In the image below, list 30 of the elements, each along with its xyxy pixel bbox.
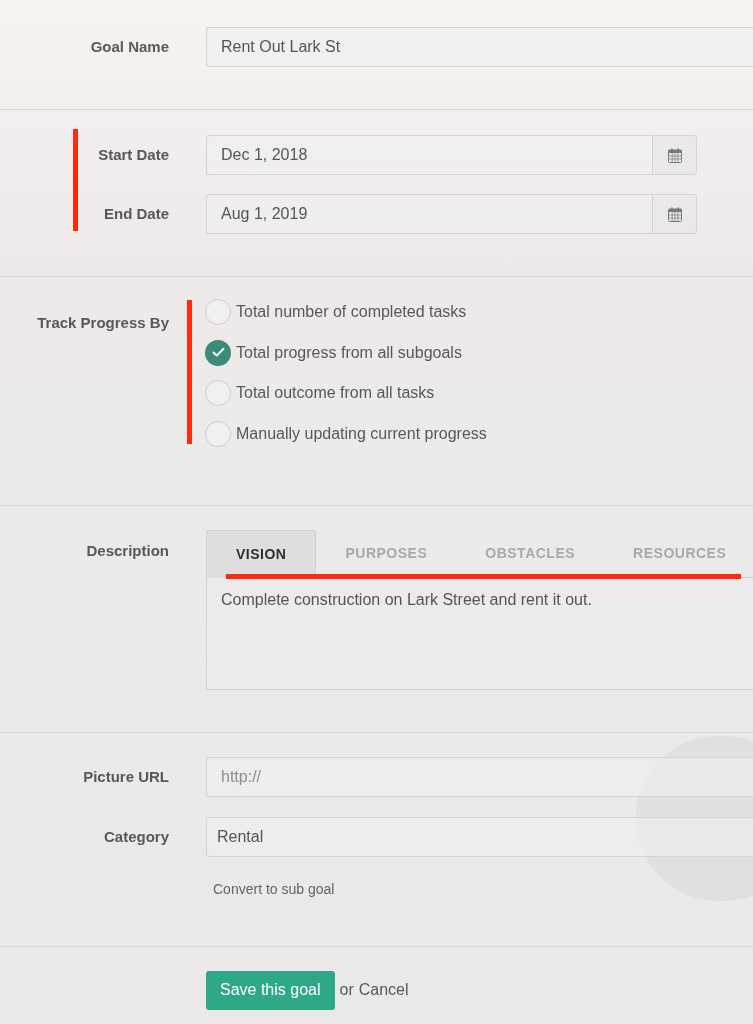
field-label: Description [86,541,169,559]
calendar-icon [667,147,682,163]
url-field[interactable]: http:// [206,756,753,797]
field-label: Picture URL [83,767,169,785]
calendar-button[interactable] [652,135,697,175]
calendar-icon [667,206,682,222]
category-field[interactable]: Rental [206,816,753,857]
option-label: Manually updating current progress [236,423,487,444]
description-field[interactable]: Complete construction on Lark Street and rent it out. [206,576,753,690]
option-label: Total number of completed tasks [236,302,467,322]
date-field[interactable]: Aug 1, 2019 [206,194,652,234]
radio-button[interactable] [205,299,231,325]
date-field[interactable]: Dec 1, 2018 [206,135,652,175]
radio-button[interactable] [205,380,231,406]
radio-button[interactable] [205,339,231,366]
or-text: or [339,980,354,1000]
check-icon [210,345,226,360]
field-label: Goal Name [90,38,169,55]
field-label: Track Progress By [37,314,169,331]
field-label: Category [103,827,169,845]
option-label: Total progress from all subgoals [236,342,462,363]
radio-button[interactable] [205,420,231,447]
calendar-button[interactable] [652,194,697,234]
tab[interactable]: VISION [206,529,317,578]
option-label: Total outcome from all tasks [236,383,435,403]
cancel-link[interactable]: Cancel [358,978,409,1002]
convert-link[interactable]: Convert to sub goal [213,878,335,899]
field-label: Start Date [98,146,169,163]
field-label: End Date [104,205,169,222]
text-field[interactable]: Rent Out Lark St [206,27,753,67]
